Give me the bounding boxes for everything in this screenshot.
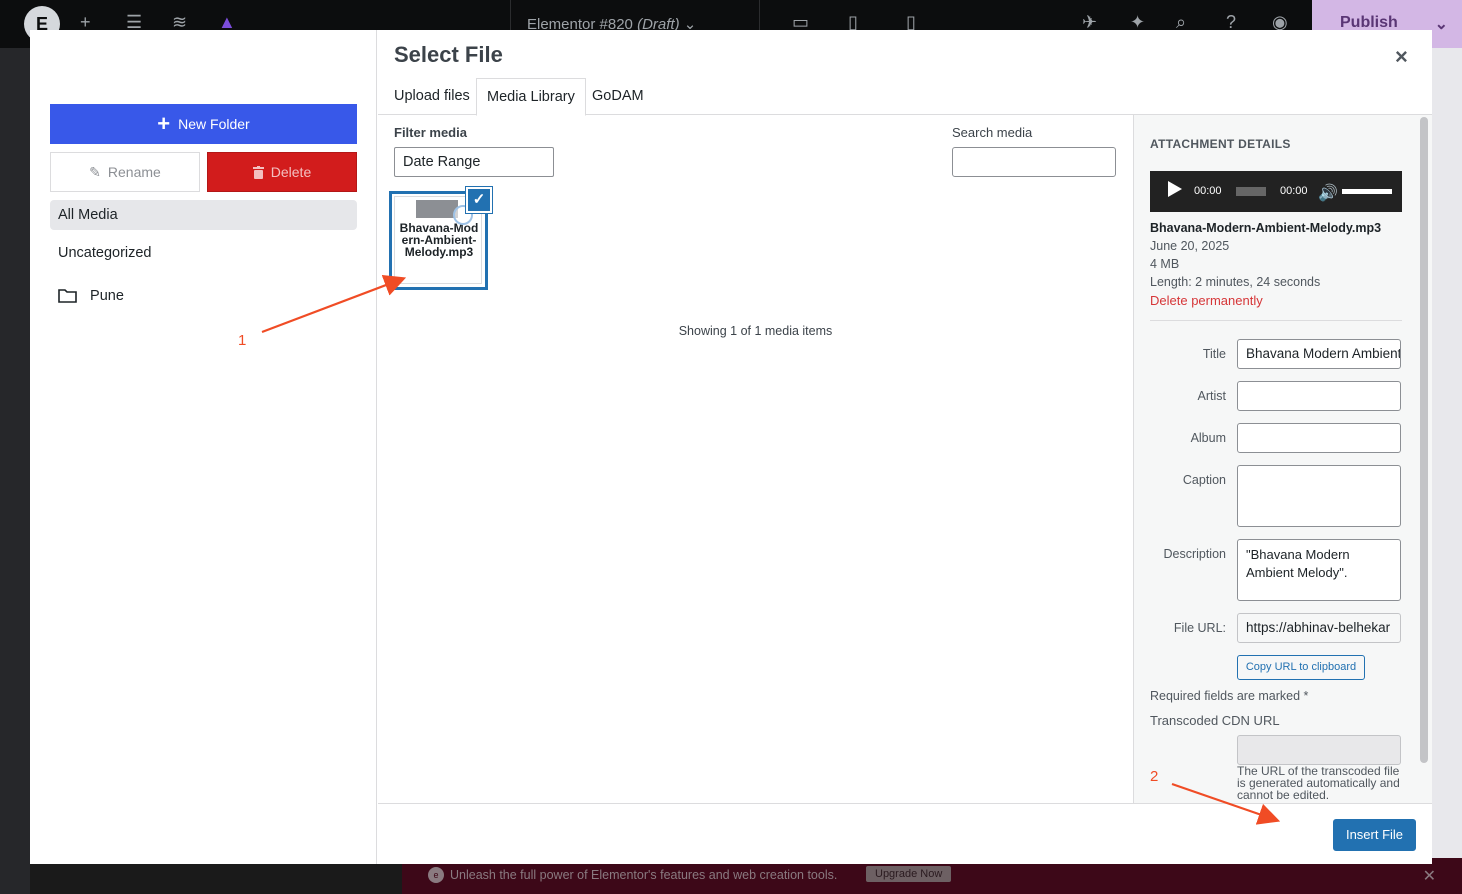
annotation-label-2: 2 [1150,768,1159,785]
new-folder-label: New Folder [178,116,250,132]
file-size: 4 MB [1150,257,1180,271]
folder-item-pune[interactable]: Pune [50,281,357,311]
current-time: 00:00 [1194,185,1222,197]
rename-button[interactable]: ✎ Rename [50,152,200,192]
upload-date: June 20, 2025 [1150,239,1230,253]
tab-godam[interactable]: GoDAM [582,78,654,115]
new-folder-button[interactable]: + New Folder [50,104,357,144]
trash-icon [252,165,264,179]
artist-label: Artist [1197,389,1226,403]
annotation-label-1: 1 [238,332,247,349]
caption-label: Caption [1182,473,1226,487]
pencil-icon: ✎ [89,163,101,180]
file-url-field[interactable]: https://abhinav-belhekar [1237,613,1401,643]
description-label: Description [1163,547,1226,561]
media-browser: Filter media Date Range Search media Bha… [378,115,1133,803]
tab-upload-files[interactable]: Upload files [384,78,480,115]
delete-permanently-link[interactable]: Delete permanently [1150,293,1263,308]
tab-media-library[interactable]: Media Library [476,78,586,116]
delete-label: Delete [270,164,312,180]
volume-icon[interactable]: 🔊 [1318,183,1338,203]
delete-button[interactable]: Delete [207,152,357,192]
required-note: Required fields are marked * [1150,689,1309,703]
filter-media-label: Filter media [394,125,467,140]
plus-icon: + [157,111,171,136]
checkmark-icon[interactable]: ✓ [466,187,492,213]
audio-player[interactable]: 00:00 00:00 🔊 [1150,171,1402,212]
scrollbar[interactable] [1420,117,1428,763]
file-url-label: File URL: [1173,621,1226,635]
title-field[interactable]: Bhavana Modern Ambient Melody [1237,339,1401,369]
attachment-filename: Bhavana-Modern-Ambient-Melody.mp3 [399,221,479,259]
audio-file-icon [416,200,458,218]
cdn-url-field[interactable] [1237,735,1401,765]
folder-item-all-media[interactable]: All Media [50,200,357,230]
publish-label: Publish [1340,14,1398,31]
description-field[interactable]: "Bhavana Modern Ambient Melody". [1237,539,1401,601]
attachment-details-heading: ATTACHMENT DETAILS [1150,137,1291,151]
folder-label: Uncategorized [58,245,152,261]
divider [1150,320,1402,321]
search-input[interactable] [952,147,1116,177]
select-file-modal: + New Folder ✎ Rename Delete All Media U… [30,30,1432,864]
modal-title: Select File [394,42,503,67]
date-range-select[interactable]: Date Range [394,147,554,177]
attachment-filename: Bhavana-Modern-Ambient-Melody.mp3 [1150,221,1382,235]
duration-time: 00:00 [1280,185,1308,197]
close-icon[interactable]: × [1395,44,1408,70]
folder-label: All Media [58,207,118,223]
caption-field[interactable] [1237,465,1401,527]
audio-length: Length: 2 minutes, 24 seconds [1150,275,1321,289]
copy-url-button[interactable]: Copy URL to clipboard [1237,655,1365,680]
title-label: Title [1202,347,1226,361]
folder-icon [58,289,77,303]
promo-text: Unleash the full power of Elementor's fe… [450,868,838,882]
cdn-url-label: Transcoded CDN URL [1150,713,1280,728]
progress-bar[interactable] [1236,187,1266,196]
folder-label: Pune [90,288,124,304]
media-count: Showing 1 of 1 media items [678,324,833,338]
insert-file-button[interactable]: Insert File [1333,819,1416,851]
media-tabs: Upload files Media Library GoDAM [378,78,1432,116]
elementor-badge-icon: e [428,867,444,883]
close-icon[interactable]: ✕ [1423,866,1436,886]
volume-slider[interactable] [1342,189,1392,194]
play-icon[interactable] [1168,181,1182,197]
cdn-help-text: The URL of the transcoded file is genera… [1237,764,1400,802]
editor-panel-background [0,48,30,894]
artist-field[interactable] [1237,381,1401,411]
album-label: Album [1190,431,1226,445]
attachment-details-panel: ATTACHMENT DETAILS 00:00 00:00 🔊 Bhavana… [1133,115,1432,803]
search-media-label: Search media [952,125,1033,140]
chevron-down-icon[interactable]: ⌄ [1435,14,1448,34]
editor-canvas-background [1432,48,1462,894]
modal-footer: Insert File [378,803,1432,864]
folder-panel: + New Folder ✎ Rename Delete All Media U… [30,30,377,864]
album-field[interactable] [1237,423,1401,453]
folder-item-uncategorized[interactable]: Uncategorized [50,238,357,268]
upgrade-now-button[interactable]: Upgrade Now [866,866,952,882]
rename-label: Rename [107,164,161,180]
